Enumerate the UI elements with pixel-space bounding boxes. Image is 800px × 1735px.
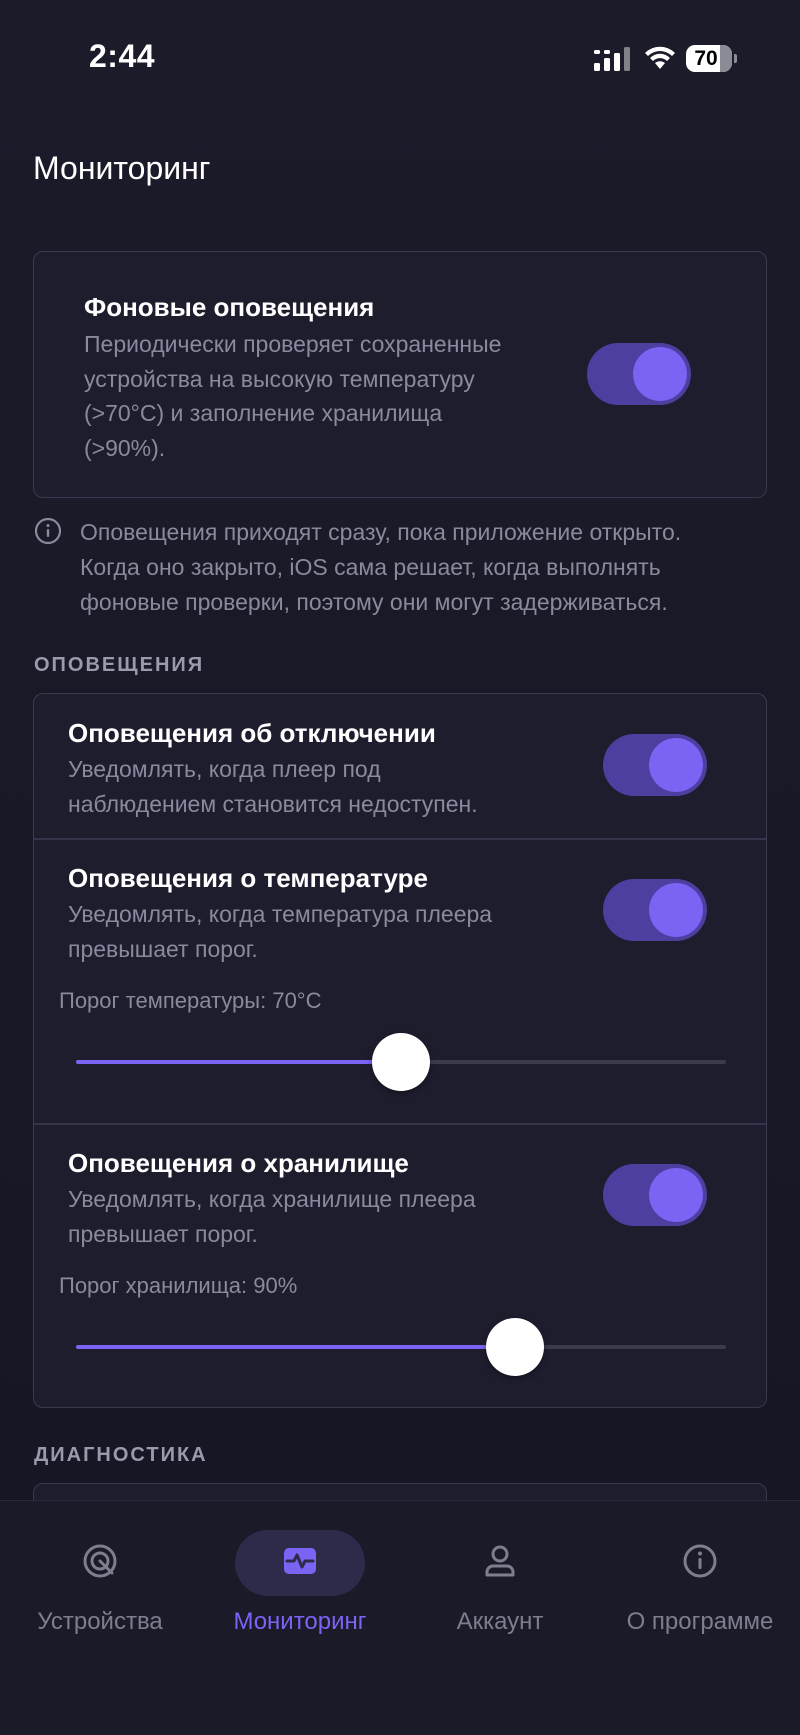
offline-alerts-toggle[interactable]	[603, 734, 707, 796]
info-circle-icon	[683, 1544, 717, 1578]
offline-alerts-title: Оповещения об отключении	[68, 718, 436, 748]
background-alerts-toggle[interactable]	[587, 343, 691, 405]
battery-level: 70	[694, 47, 718, 70]
temperature-threshold-label: Порог температуры: 70°C	[59, 988, 322, 1013]
tab-about[interactable]: О программе	[600, 1501, 800, 1735]
tab-label: О программе	[626, 1608, 774, 1635]
info-note: Оповещения приходят сразу, пока приложен…	[80, 519, 682, 615]
alerts-card: Оповещения об отключении Уведомлять, ког…	[33, 693, 767, 1408]
cellular-signal-icon	[594, 47, 630, 71]
background-alerts-title: Фоновые оповещения	[84, 292, 375, 322]
storage-threshold-slider[interactable]	[76, 1318, 726, 1376]
background-alerts-description: Периодически проверяет сохраненные устро…	[84, 331, 502, 461]
temperature-alerts-toggle[interactable]	[603, 879, 707, 941]
battery-icon: 70	[686, 45, 738, 72]
temperature-alerts-description: Уведомлять, когда температура плеера пре…	[68, 901, 493, 962]
pulse-monitor-icon	[284, 1548, 316, 1574]
page-title: Мониторинг	[33, 150, 211, 186]
divider	[34, 1123, 766, 1125]
tab-devices[interactable]: Устройства	[0, 1501, 200, 1735]
person-icon	[485, 1545, 515, 1577]
info-icon	[34, 517, 62, 545]
slider-fill	[76, 1345, 515, 1349]
storage-threshold-label: Порог хранилища: 90%	[59, 1273, 298, 1298]
wifi-icon	[645, 46, 675, 69]
offline-alerts-description: Уведомлять, когда плеер под наблюдением …	[68, 756, 478, 817]
storage-alerts-title: Оповещения о хранилище	[68, 1148, 409, 1178]
alerts-section-header: ОПОВЕЩЕНИЯ	[34, 654, 205, 676]
slider-thumb[interactable]	[486, 1318, 544, 1376]
slider-fill	[76, 1060, 401, 1064]
storage-alerts-description: Уведомлять, когда хранилище плеера превы…	[68, 1186, 476, 1247]
temperature-alerts-title: Оповещения о температуре	[68, 863, 428, 893]
temperature-threshold-slider[interactable]	[76, 1033, 726, 1091]
background-alerts-card: Фоновые оповещения Периодически проверяе…	[33, 251, 767, 498]
status-time: 2:44	[89, 38, 156, 74]
storage-alerts-toggle[interactable]	[603, 1164, 707, 1226]
target-icon	[83, 1544, 117, 1578]
divider	[34, 838, 766, 840]
tab-bar: Устройства Мониторинг Аккаунт О программ…	[0, 1500, 800, 1735]
slider-thumb[interactable]	[372, 1033, 430, 1091]
tab-label: Мониторинг	[233, 1608, 367, 1635]
tab-account[interactable]: Аккаунт	[400, 1501, 600, 1735]
tab-label: Устройства	[37, 1608, 163, 1635]
diagnostics-section-header: ДИАГНОСТИКА	[34, 1444, 208, 1466]
tab-label: Аккаунт	[456, 1608, 544, 1635]
tab-monitoring[interactable]: Мониторинг	[200, 1501, 400, 1735]
